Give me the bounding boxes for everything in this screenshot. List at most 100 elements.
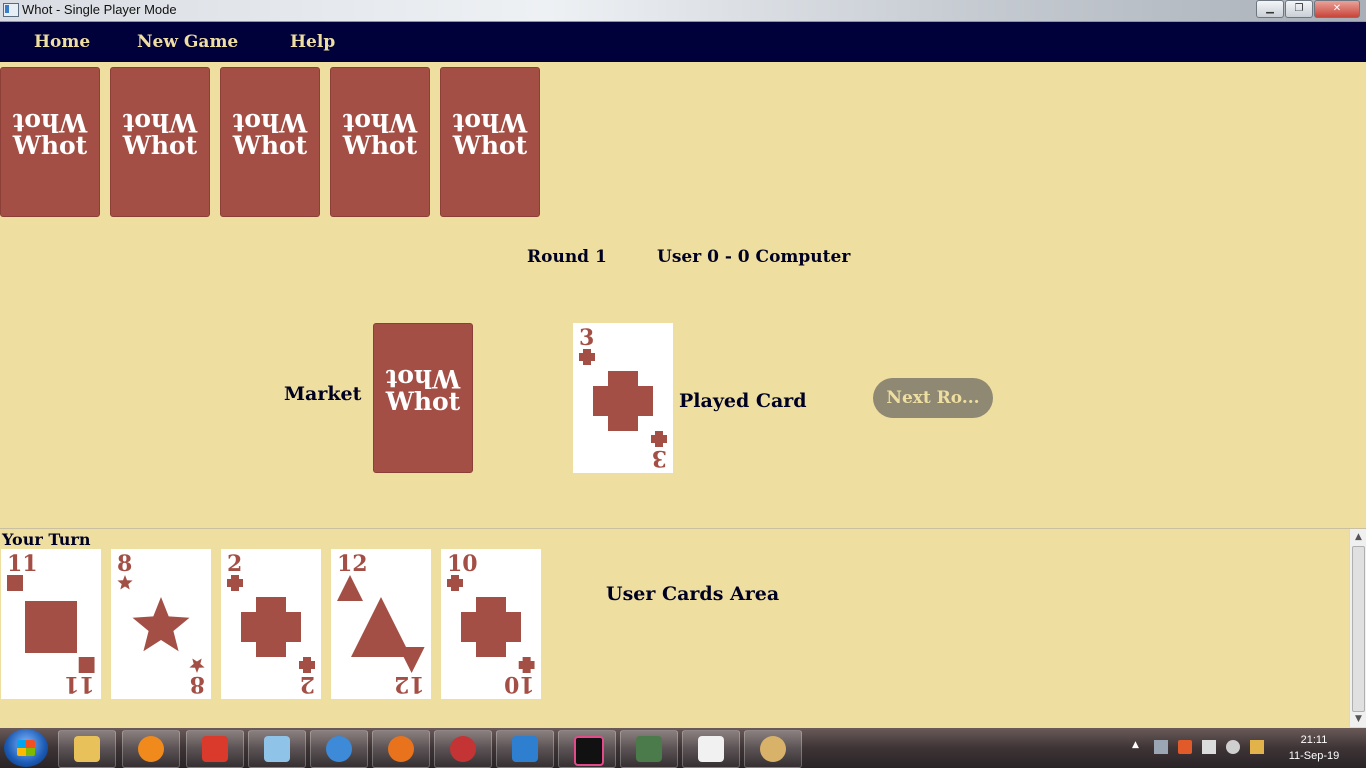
card-corner-bottom: 10 [504, 657, 535, 697]
card-back-logo: Whot Whot [122, 108, 198, 160]
monitor-icon [636, 736, 662, 762]
java-icon [698, 736, 724, 762]
card-number: 11 [64, 671, 95, 697]
card-corner-top: 12 [337, 553, 368, 601]
folder-icon [74, 736, 100, 762]
title-bar: Whot - Single Player Mode ▁ ❐ ✕ [0, 0, 1366, 22]
card-number: 2 [227, 551, 243, 577]
card-back-logo: Whot Whot [385, 364, 461, 416]
card-corner-top: 11 [7, 553, 38, 591]
clock-date: 11-Sep-19 [1288, 750, 1340, 762]
close-button[interactable]: ✕ [1314, 0, 1360, 18]
clock-time: 21:11 [1300, 734, 1328, 746]
notes-icon [264, 736, 290, 762]
user-card[interactable]: 88 [111, 549, 211, 699]
vscode-icon [512, 736, 538, 762]
cross-small-icon [579, 349, 595, 365]
cross-icon [461, 597, 521, 661]
menu-bar: Home New Game Help [0, 22, 1366, 62]
firefox-icon [388, 736, 414, 762]
intellij-taskbar-button[interactable] [558, 730, 616, 768]
power-icon[interactable] [1202, 740, 1216, 754]
computer-card-back: Whot Whot [220, 67, 320, 217]
network-tray-icon[interactable] [1154, 740, 1168, 754]
your-turn-label: Your Turn [2, 530, 91, 549]
explorer-taskbar-button[interactable] [58, 730, 116, 768]
card-back-logo: Whot Whot [232, 108, 308, 160]
round-label: Round 1 [527, 247, 607, 267]
window-title: Whot - Single Player Mode [22, 2, 177, 17]
card-number: 3 [651, 445, 667, 471]
card-back-logo: Whot Whot [12, 108, 88, 160]
star-small-icon [117, 575, 133, 591]
played-card-label: Played Card [679, 390, 807, 412]
card-number: 8 [117, 551, 133, 577]
uc-browser-icon [138, 736, 164, 762]
user-card[interactable]: 22 [221, 549, 321, 699]
played-card: 33 [573, 323, 673, 473]
window-controls: ▁ ❐ ✕ [1255, 0, 1360, 18]
computer-card-back: Whot Whot [110, 67, 210, 217]
card-back-logo: Whot Whot [342, 108, 418, 160]
card-corner-top: 3 [579, 327, 595, 365]
notification-icon[interactable] [1250, 740, 1264, 754]
card-number: 10 [504, 671, 535, 697]
app-icon [3, 3, 19, 17]
pdf-icon [202, 736, 228, 762]
card-number: 3 [579, 325, 595, 351]
triangle-small-icon [394, 647, 425, 673]
market-card[interactable]: Whot Whot [373, 323, 473, 473]
minimize-button[interactable]: ▁ [1256, 0, 1284, 18]
notes-taskbar-button[interactable] [248, 730, 306, 768]
menu-new-game[interactable]: New Game [137, 32, 238, 52]
cross-icon [593, 371, 653, 435]
firefox-taskbar-button[interactable] [372, 730, 430, 768]
paint-palette-icon [760, 736, 786, 762]
maximize-button[interactable]: ❐ [1285, 0, 1313, 18]
network-taskbar-button[interactable] [310, 730, 368, 768]
spider-web-icon [450, 736, 476, 762]
card-number: 12 [394, 671, 425, 697]
vertical-scrollbar[interactable]: ▲ ▼ [1349, 529, 1366, 727]
user-card[interactable]: 11 11 [1, 549, 101, 699]
taskbar-clock[interactable]: 21:11 11-Sep-19 [1282, 732, 1346, 764]
card-corner-top: 10 [447, 553, 478, 591]
market-label: Market [284, 383, 362, 405]
next-round-button[interactable]: Next Ro... [873, 378, 993, 418]
card-number: 8 [189, 671, 205, 697]
menu-home[interactable]: Home [34, 32, 90, 52]
intellij-icon [574, 736, 604, 766]
card-number: 10 [447, 551, 478, 577]
menu-help[interactable]: Help [290, 32, 335, 52]
vscode-taskbar-button[interactable] [496, 730, 554, 768]
start-button[interactable] [4, 729, 48, 767]
card-corner-top: 2 [227, 553, 243, 591]
scroll-up-arrow-icon[interactable]: ▲ [1350, 529, 1366, 545]
show-hidden-icons-icon[interactable]: ▲ [1132, 740, 1146, 754]
card-number: 12 [337, 551, 368, 577]
paint-taskbar-button[interactable] [744, 730, 802, 768]
scroll-down-arrow-icon[interactable]: ▼ [1350, 711, 1366, 727]
user-card[interactable]: 10 10 [441, 549, 541, 699]
square-icon [25, 601, 77, 657]
spider-taskbar-button[interactable] [434, 730, 492, 768]
computer-card-back: Whot Whot [0, 67, 100, 217]
uc-browser-taskbar-button[interactable] [122, 730, 180, 768]
card-corner-bottom: 11 [64, 657, 95, 697]
card-corner-bottom: 8 [189, 657, 205, 697]
card-corner-bottom: 3 [651, 431, 667, 471]
java-taskbar-button[interactable] [682, 730, 740, 768]
card-corner-bottom: 12 [394, 647, 425, 697]
volume-icon[interactable] [1226, 740, 1240, 754]
card-number: 2 [299, 671, 315, 697]
square-small-icon [7, 575, 38, 591]
scroll-thumb[interactable] [1352, 546, 1365, 712]
user-card[interactable]: 12 12 [331, 549, 431, 699]
cross-small-icon [447, 575, 478, 591]
computer-card-back: Whot Whot [440, 67, 540, 217]
speaker-muted-icon[interactable] [1178, 740, 1192, 754]
card-back-logo: Whot Whot [452, 108, 528, 160]
pdf-reader-taskbar-button[interactable] [186, 730, 244, 768]
globe-icon [326, 736, 352, 762]
monitor-taskbar-button[interactable] [620, 730, 678, 768]
